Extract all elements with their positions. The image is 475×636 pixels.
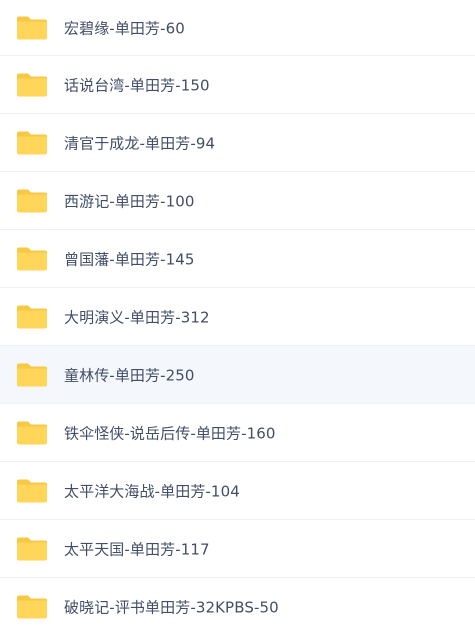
folder-name: 破晓记-评书单田芳-32KPBS-50 xyxy=(64,598,279,617)
folder-name: 太平洋大海战-单田芳-104 xyxy=(64,482,240,500)
folder-icon xyxy=(17,537,47,560)
folder-icon xyxy=(17,131,47,154)
folder-icon xyxy=(17,305,47,328)
folder-row[interactable]: 破晓记-评书单田芳-32KPBS-50 xyxy=(0,578,475,636)
folder-name: 曾国藩-单田芳-145 xyxy=(64,250,195,268)
folder-row[interactable]: 曾国藩-单田芳-145 xyxy=(0,230,475,288)
folder-row[interactable]: 太平洋大海战-单田芳-104 xyxy=(0,462,475,520)
folder-row[interactable]: 西游记-单田芳-100 xyxy=(0,172,475,230)
folder-icon xyxy=(17,73,47,96)
folder-icon xyxy=(17,189,47,212)
folder-row[interactable]: 大明演义-单田芳-312 xyxy=(0,288,475,346)
folder-name: 话说台湾-单田芳-150 xyxy=(64,76,210,94)
folder-name: 铁伞怪侠-说岳后传-单田芳-160 xyxy=(64,424,276,442)
folder-name: 宏碧缘-单田芳-60 xyxy=(64,19,185,37)
folder-row[interactable]: 太平天国-单田芳-117 xyxy=(0,520,475,578)
folder-row[interactable]: 宏碧缘-单田芳-60 xyxy=(0,0,475,56)
file-list: 宏碧缘-单田芳-60 话说台湾-单田芳-150 清官于成龙-单田芳-94 西游记… xyxy=(0,0,475,636)
folder-row[interactable]: 铁伞怪侠-说岳后传-单田芳-160 xyxy=(0,404,475,462)
folder-name: 大明演义-单田芳-312 xyxy=(64,308,210,326)
folder-row-selected[interactable]: 童林传-单田芳-250 xyxy=(0,346,475,404)
folder-icon xyxy=(17,595,47,619)
folder-icon xyxy=(17,479,47,502)
folder-icon xyxy=(17,421,47,444)
folder-icon xyxy=(17,247,47,270)
folder-row[interactable]: 话说台湾-单田芳-150 xyxy=(0,56,475,114)
folder-name: 童林传-单田芳-250 xyxy=(64,366,195,384)
folder-name: 太平天国-单田芳-117 xyxy=(64,540,210,558)
folder-row[interactable]: 清官于成龙-单田芳-94 xyxy=(0,114,475,172)
folder-icon xyxy=(17,16,47,39)
folder-icon xyxy=(17,363,47,386)
folder-name: 西游记-单田芳-100 xyxy=(64,192,195,210)
folder-name: 清官于成龙-单田芳-94 xyxy=(64,134,216,152)
